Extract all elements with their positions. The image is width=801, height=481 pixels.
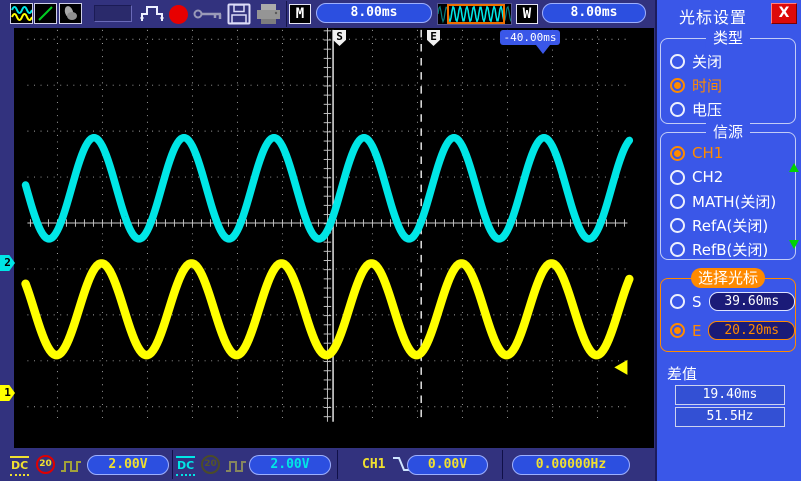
grab-tool-button[interactable] xyxy=(59,3,82,24)
radio-option[interactable]: MATH(关闭) xyxy=(661,189,795,213)
ch1-squarewave-icon xyxy=(60,458,82,477)
radio-label: E xyxy=(692,322,701,340)
window-timebase-value[interactable]: 8.00ms xyxy=(542,3,646,23)
waveform-display-button[interactable] xyxy=(10,3,33,24)
cursor-value-box[interactable]: 39.60ms xyxy=(709,292,795,311)
ch1-scale-value[interactable]: 2.00V xyxy=(87,455,169,475)
radio-icon xyxy=(670,218,685,233)
radio-option[interactable]: 电压 xyxy=(661,97,795,121)
window-position-tag: -40.00ms xyxy=(500,30,560,45)
type-section: 类型 关闭时间电压 xyxy=(660,38,796,124)
ch2-coupling-icon: DC xyxy=(176,456,195,476)
radio-label: 关闭 xyxy=(692,51,722,72)
radio-icon xyxy=(670,146,685,161)
delta-time-value: 19.40ms xyxy=(675,385,785,405)
scroll-down-icon[interactable] xyxy=(789,240,799,249)
radio-label: RefB(关闭) xyxy=(692,239,768,260)
close-button[interactable]: X xyxy=(771,3,797,24)
radio-label: CH2 xyxy=(692,168,723,186)
radio-label: S xyxy=(692,293,702,311)
source-options: CH1 CH2 MATH(关闭) RefA(关闭) RefB(关闭) xyxy=(661,141,795,261)
radio-icon xyxy=(670,242,685,257)
window-timebase-badge: W xyxy=(516,4,538,24)
ch2-squarewave-icon xyxy=(225,458,247,477)
hand-icon xyxy=(60,4,81,23)
green-line-icon xyxy=(35,4,56,23)
trigger-level-value[interactable]: 0.00V xyxy=(407,455,488,475)
statusbar-separator xyxy=(172,450,173,479)
record-waveform-icon[interactable] xyxy=(139,4,165,28)
source-section-header: 信源 xyxy=(706,123,750,142)
radio-option[interactable]: CH2 xyxy=(661,165,795,189)
cursor-settings-panel: 光标设置 X 类型 关闭时间电压 信源 CH1 CH2 MATH(关闭) RefA(关… xyxy=(655,0,801,481)
top-toolbar: M 8.00ms W 8.00ms xyxy=(0,0,655,28)
ch2-ground-marker[interactable]: 2 xyxy=(0,255,15,271)
radio-option[interactable]: RefA(关闭) xyxy=(661,213,795,237)
source-section: 信源 CH1CH2MATH(关闭)RefA(关闭)RefB(关闭) xyxy=(660,132,796,260)
scroll-up-icon[interactable] xyxy=(789,163,799,172)
radio-option[interactable]: 时间 xyxy=(661,73,795,97)
radio-label: RefA(关闭) xyxy=(692,215,768,236)
radio-label: 电压 xyxy=(692,99,722,120)
difference-label: 差值 xyxy=(667,363,697,384)
cursor-select-section: 选择光标 S39.60msE20.20ms xyxy=(660,278,796,352)
type-section-header: 类型 xyxy=(706,29,750,48)
status-bar: DC 20 2.00V DC 20 2.00V CH1 0.00V 0.0000… xyxy=(0,448,655,481)
record-button[interactable] xyxy=(169,5,188,24)
statusbar-separator xyxy=(337,450,338,479)
radio-label: MATH(关闭) xyxy=(692,191,776,212)
frequency-counter-value: 0.00000Hz xyxy=(512,455,630,475)
radio-label: CH1 xyxy=(692,144,723,162)
ch1-coupling-icon: DC xyxy=(10,456,29,476)
print-icon[interactable] xyxy=(255,3,282,29)
radio-icon xyxy=(670,78,685,93)
radio-icon xyxy=(670,54,685,69)
radio-icon xyxy=(670,170,685,185)
key-lock-icon[interactable] xyxy=(193,6,224,26)
trigger-source-label: CH1 xyxy=(362,457,385,472)
delta-frequency-value: 51.5Hz xyxy=(675,407,785,427)
line-tool-button[interactable] xyxy=(34,3,57,24)
ch2-scale-value[interactable]: 2.00V xyxy=(249,455,331,475)
cursor-select-header: 选择光标 xyxy=(691,268,765,288)
type-options: 关闭时间电压 xyxy=(661,49,795,121)
radio-option[interactable]: CH1 xyxy=(661,141,795,165)
toolbar-separator xyxy=(286,1,287,27)
main-timebase-badge: M xyxy=(289,4,311,24)
radio-icon xyxy=(670,102,685,117)
statusbar-separator xyxy=(502,450,503,479)
radio-option[interactable]: S 39.60ms xyxy=(661,287,795,316)
radio-option[interactable]: RefB(关闭) xyxy=(661,237,795,261)
radio-label: 时间 xyxy=(692,75,722,96)
radio-icon xyxy=(670,323,685,338)
toolbar-display-box xyxy=(94,5,132,22)
radio-option[interactable]: 关闭 xyxy=(661,49,795,73)
ch1-bandwidth-icon: 20 xyxy=(36,455,55,474)
cursor-value-box[interactable]: 20.20ms xyxy=(708,321,795,340)
oscilloscope-screen: M 8.00ms W 8.00ms S E -40.00ms 2 1 光标设置 … xyxy=(0,0,801,481)
main-timebase-value[interactable]: 8.00ms xyxy=(316,3,432,23)
ch2-bandwidth-icon: 20 xyxy=(201,455,220,474)
save-icon[interactable] xyxy=(227,3,251,29)
panel-title: 光标设置 xyxy=(657,4,769,28)
ch1-ground-marker[interactable]: 1 xyxy=(0,385,15,401)
radio-icon xyxy=(670,294,685,309)
cursor-select-rows: S 39.60ms E 20.20ms xyxy=(661,287,795,345)
preview-wave-icon xyxy=(438,4,511,24)
graticule-and-traces xyxy=(14,28,654,448)
waveform-display-area: S E -40.00ms xyxy=(14,28,654,448)
radio-icon xyxy=(670,194,685,209)
dual-wave-icon xyxy=(11,4,32,23)
radio-option[interactable]: E 20.20ms xyxy=(661,316,795,345)
waveform-preview[interactable] xyxy=(437,3,512,25)
